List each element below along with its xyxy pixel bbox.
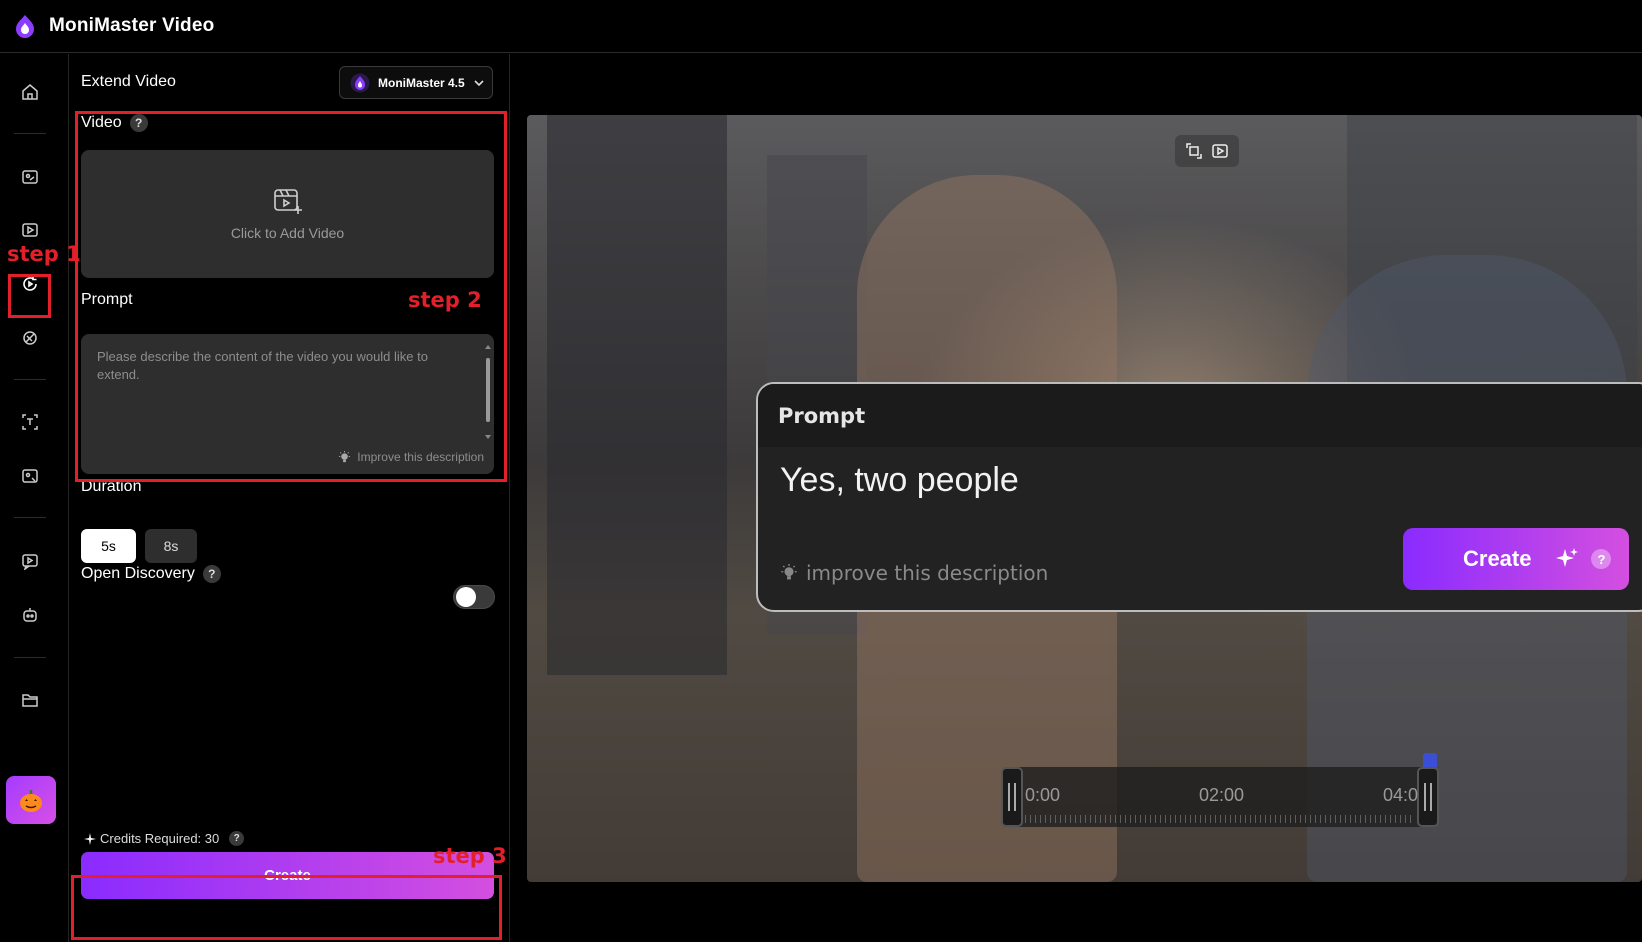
- timeline-label-mid: 02:00: [1199, 785, 1245, 805]
- prompt-textarea[interactable]: [97, 348, 450, 432]
- prompt-card-improve-label: improve this description: [806, 561, 1049, 585]
- prompt-overlay-card: Prompt Yes, two people improve this desc…: [756, 382, 1642, 612]
- photo-edit-icon[interactable]: [18, 464, 42, 488]
- sidebar-divider: [14, 657, 46, 658]
- prompt-card-text: Yes, two people: [780, 461, 1019, 499]
- open-discovery-toggle[interactable]: [453, 585, 495, 609]
- timeline-ticks: [1025, 815, 1415, 823]
- prompt-card-create-label: Create: [1463, 546, 1532, 571]
- model-logo-icon: [350, 73, 370, 92]
- timeline-left-handle[interactable]: [1001, 767, 1023, 827]
- step3-label: step 3: [433, 844, 507, 868]
- step2-label: step 2: [408, 288, 482, 312]
- sidebar-divider: [14, 379, 46, 380]
- prompt-scrollbar[interactable]: [485, 344, 491, 440]
- sidebar: [0, 54, 69, 942]
- extend-video-panel: Extend Video MoniMaster 4.5 Video? Click…: [70, 54, 510, 942]
- credits-help-icon[interactable]: ?: [229, 831, 245, 846]
- prompt-box: Improve this description: [81, 334, 494, 474]
- top-bar: MoniMaster Video: [0, 0, 1642, 53]
- improve-description-label: Improve this description: [357, 450, 484, 464]
- duration-label: Duration: [81, 478, 142, 495]
- video-label-row: Video?: [81, 114, 148, 132]
- pumpkin-icon: [20, 790, 42, 812]
- chevron-down-icon: [474, 79, 484, 86]
- sparkle-icon: [84, 832, 96, 845]
- video-timeline[interactable]: 0:00 02:00 04:0: [1001, 753, 1439, 827]
- text-video-icon[interactable]: [18, 218, 42, 242]
- prompt-card-help-icon[interactable]: ?: [1591, 549, 1612, 569]
- step1-label: step 1: [7, 242, 81, 266]
- robot-icon[interactable]: [18, 603, 42, 627]
- sidebar-divider: [14, 517, 46, 518]
- panel-title: Extend Video: [81, 73, 176, 90]
- folder-icon[interactable]: [18, 688, 42, 712]
- duration-5s-button[interactable]: 5s: [81, 529, 136, 563]
- image-video-icon[interactable]: [18, 165, 42, 189]
- open-discovery-row: Open Discovery?: [81, 565, 221, 583]
- home-icon[interactable]: [18, 80, 42, 104]
- add-video-text: Click to Add Video: [230, 225, 345, 241]
- scan-text-icon[interactable]: [18, 410, 42, 434]
- duration-8s-button[interactable]: 8s: [145, 529, 197, 563]
- play-preview-icon[interactable]: [1211, 142, 1229, 160]
- model-select-label: MoniMaster 4.5: [378, 75, 465, 90]
- credits-required: Credits Required: 30 ?: [84, 831, 245, 846]
- lightbulb-icon: [781, 564, 797, 580]
- prompt-card-create-button[interactable]: Create ?: [1403, 528, 1629, 590]
- improve-description-button[interactable]: Improve this description: [338, 450, 484, 464]
- app-logo-icon: [11, 12, 39, 40]
- chat-video-icon[interactable]: [18, 549, 42, 573]
- add-video-dropzone[interactable]: Click to Add Video: [81, 150, 494, 278]
- open-discovery-label: Open Discovery: [81, 565, 195, 583]
- prompt-label: Prompt: [81, 291, 133, 308]
- extend-video-icon[interactable]: [18, 272, 42, 296]
- sidebar-divider: [14, 133, 46, 134]
- add-video-icon: [273, 189, 302, 214]
- prompt-card-improve[interactable]: improve this description: [780, 561, 1048, 585]
- video-preview: Prompt Yes, two people improve this desc…: [527, 115, 1642, 882]
- app-title: MoniMaster Video: [49, 15, 215, 36]
- model-select[interactable]: MoniMaster 4.5: [339, 66, 493, 99]
- promo-button[interactable]: [6, 776, 56, 824]
- prompt-card-title: Prompt: [758, 384, 1642, 447]
- sparkle-icon: [1556, 548, 1579, 567]
- timeline-label-start: 0:00: [1025, 785, 1061, 805]
- credits-label: Credits Required: 30: [100, 831, 220, 846]
- video-help-icon[interactable]: ?: [129, 114, 148, 132]
- fit-screen-icon[interactable]: [1185, 142, 1203, 160]
- open-discovery-help-icon[interactable]: ?: [202, 565, 221, 583]
- video-label: Video: [81, 114, 122, 132]
- timeline-right-handle[interactable]: [1417, 767, 1439, 827]
- effects-icon[interactable]: [18, 326, 42, 350]
- preview-toolbar: [1175, 135, 1239, 167]
- timeline-label-end: 04:0: [1383, 785, 1419, 805]
- lightbulb-icon: [339, 450, 351, 462]
